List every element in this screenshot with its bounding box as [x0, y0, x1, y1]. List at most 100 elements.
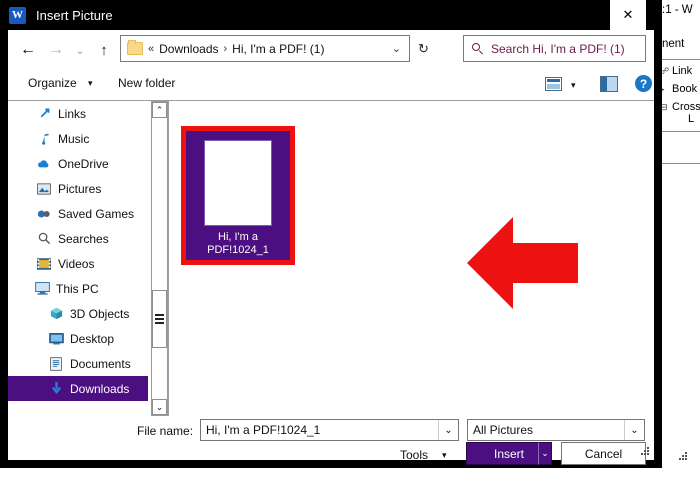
scrollbar-thumb[interactable] [152, 290, 167, 348]
breadcrumb-separator-icon[interactable]: › [224, 43, 228, 55]
scroll-down-icon[interactable]: ⌄ [152, 399, 167, 415]
sidebar-item-label: Searches [58, 231, 109, 246]
insert-picture-dialog: W Insert Picture ✕ ← → ⌄ ↑ « Downloads ›… [0, 0, 662, 468]
navigation-bar: ← → ⌄ ↑ « Downloads › Hi, I'm a PDF! (1)… [8, 30, 654, 70]
forward-arrow-icon[interactable]: → [44, 38, 68, 62]
new-folder-button[interactable]: New folder [118, 76, 175, 90]
navigation-pane: Links Music OneDrive Pictures Saved Game… [8, 101, 148, 416]
chevron-down-icon[interactable]: ⌄ [438, 420, 458, 440]
dialog-toolbar: Organize ▾ New folder ▾ ? [8, 70, 654, 100]
refresh-icon[interactable]: ↻ [418, 41, 429, 57]
search-placeholder: Search Hi, I'm a PDF! (1) [491, 41, 625, 56]
sidebar-item-documents[interactable]: Documents [8, 351, 148, 376]
sidebar-item-pictures[interactable]: Pictures [8, 176, 148, 201]
videos-icon [34, 257, 54, 270]
file-list-pane[interactable]: Hi, I'm a PDF!1024_1 [168, 101, 654, 416]
chevron-down-icon[interactable]: ⌄ [392, 42, 401, 55]
scroll-up-icon[interactable]: ⌃ [152, 102, 167, 118]
sidebar-item-label: Saved Games [58, 206, 135, 221]
word-window-title: :1 - W [662, 4, 693, 16]
sidebar-item-music[interactable]: Music [8, 126, 148, 151]
dialog-body: ← → ⌄ ↑ « Downloads › Hi, I'm a PDF! (1)… [8, 30, 654, 465]
downloads-icon [46, 382, 66, 395]
dialog-bottom-bar: File name: Hi, I'm a PDF!1024_1 ⌄ All Pi… [8, 416, 654, 465]
preview-pane-icon[interactable] [600, 76, 618, 92]
close-icon[interactable]: ✕ [610, 0, 646, 30]
pictures-icon [34, 182, 54, 195]
file-type-filter-select[interactable]: All Pictures ⌄ [467, 419, 645, 441]
saved-games-icon [34, 208, 54, 220]
sidebar-item-desktop[interactable]: Desktop [8, 326, 148, 351]
searches-icon [34, 232, 54, 245]
file-name-input[interactable]: Hi, I'm a PDF!1024_1 ⌄ [200, 419, 459, 441]
word-group-item[interactable]: ☍ Link [660, 64, 700, 78]
back-arrow-icon[interactable]: ← [16, 38, 40, 62]
sidebar-item-label: Desktop [70, 331, 115, 346]
sidebar-item-this-pc[interactable]: This PC [8, 276, 148, 301]
view-layout-icon[interactable] [545, 77, 562, 91]
search-icon [472, 42, 484, 55]
word-icon: W [9, 6, 26, 24]
chevron-down-icon[interactable]: ▾ [571, 80, 576, 91]
dialog-resize-grip[interactable] [641, 447, 649, 455]
word-group-item-label: Book [672, 83, 698, 95]
folder-icon [127, 40, 143, 55]
music-icon [34, 132, 54, 145]
sidebar-item-label: Downloads [70, 381, 130, 396]
sidebar-item-saved-games[interactable]: Saved Games [8, 201, 148, 226]
breadcrumb-downloads[interactable]: Downloads [159, 42, 218, 56]
breadcrumb-current-folder[interactable]: Hi, I'm a PDF! (1) [232, 42, 324, 56]
sidebar-item-searches[interactable]: Searches [8, 226, 148, 251]
sidebar-item-3d-objects[interactable]: 3D Objects [8, 301, 148, 326]
sidebar-item-label: This PC [56, 281, 99, 296]
word-divider-2 [658, 131, 700, 132]
desktop-icon [46, 332, 66, 345]
sidebar-item-links[interactable]: Links [8, 101, 148, 126]
insert-dropdown-icon[interactable]: ⌄ [538, 442, 552, 465]
documents-icon [46, 356, 66, 371]
sidebar-item-onedrive[interactable]: OneDrive [8, 151, 148, 176]
sidebar-item-label: Links [58, 106, 87, 121]
word-group-item-label: Link [672, 65, 693, 77]
chevron-down-icon[interactable]: ⌄ [624, 420, 644, 440]
sidebar-item-label: Pictures [58, 181, 102, 196]
sidebar-item-label: Videos [58, 256, 95, 271]
chevron-down-icon[interactable]: ▾ [442, 450, 447, 461]
address-overflow-icon[interactable]: « [148, 43, 154, 55]
word-resize-grip[interactable] [679, 452, 687, 460]
word-group-item[interactable]: ▸ Book [660, 82, 700, 96]
sidebar-item-label: Documents [70, 356, 131, 371]
3d-objects-icon [46, 307, 66, 320]
cancel-button[interactable]: Cancel [561, 442, 646, 465]
search-input[interactable]: Search Hi, I'm a PDF! (1) [463, 35, 646, 62]
up-arrow-icon[interactable]: ↑ [92, 38, 116, 62]
red-arrow-left-icon [465, 213, 580, 313]
dialog-title: Insert Picture [36, 7, 113, 23]
onedrive-icon [34, 158, 54, 170]
address-bar[interactable]: « Downloads › Hi, I'm a PDF! (1) ⌄ [120, 35, 410, 62]
sidebar-item-label: Music [58, 131, 90, 146]
word-links-group: ☍ Link ▸ Book ⊟ Cross [660, 64, 700, 118]
links-icon [34, 107, 54, 120]
tools-button[interactable]: Tools [400, 448, 428, 462]
annotation-highlight-box [181, 126, 295, 265]
sidebar-item-downloads[interactable]: Downloads [8, 376, 148, 401]
help-icon[interactable]: ? [635, 75, 652, 92]
word-ribbon-tab-label: nent [662, 38, 685, 50]
word-group-item-label: Cross [672, 101, 700, 113]
word-divider-3 [658, 163, 700, 164]
this-pc-icon [32, 282, 52, 295]
word-group-item[interactable]: ⊟ Cross [660, 100, 700, 114]
file-name-value: Hi, I'm a PDF!1024_1 [206, 423, 321, 437]
file-type-filter-value: All Pictures [473, 423, 534, 437]
navigation-pane-scrollbar[interactable]: ⌃ ⌄ [151, 101, 168, 416]
sidebar-item-label: OneDrive [58, 156, 109, 171]
chevron-down-icon[interactable]: ▾ [88, 78, 93, 89]
dialog-title-bar: W Insert Picture ✕ [0, 0, 662, 30]
recent-locations-chevron-icon[interactable]: ⌄ [68, 38, 92, 62]
word-divider-1 [658, 59, 700, 60]
word-group-caption: L [688, 113, 695, 125]
sidebar-item-videos[interactable]: Videos [8, 251, 148, 276]
organize-button[interactable]: Organize [28, 76, 77, 90]
file-name-caption: File name: [137, 424, 194, 438]
